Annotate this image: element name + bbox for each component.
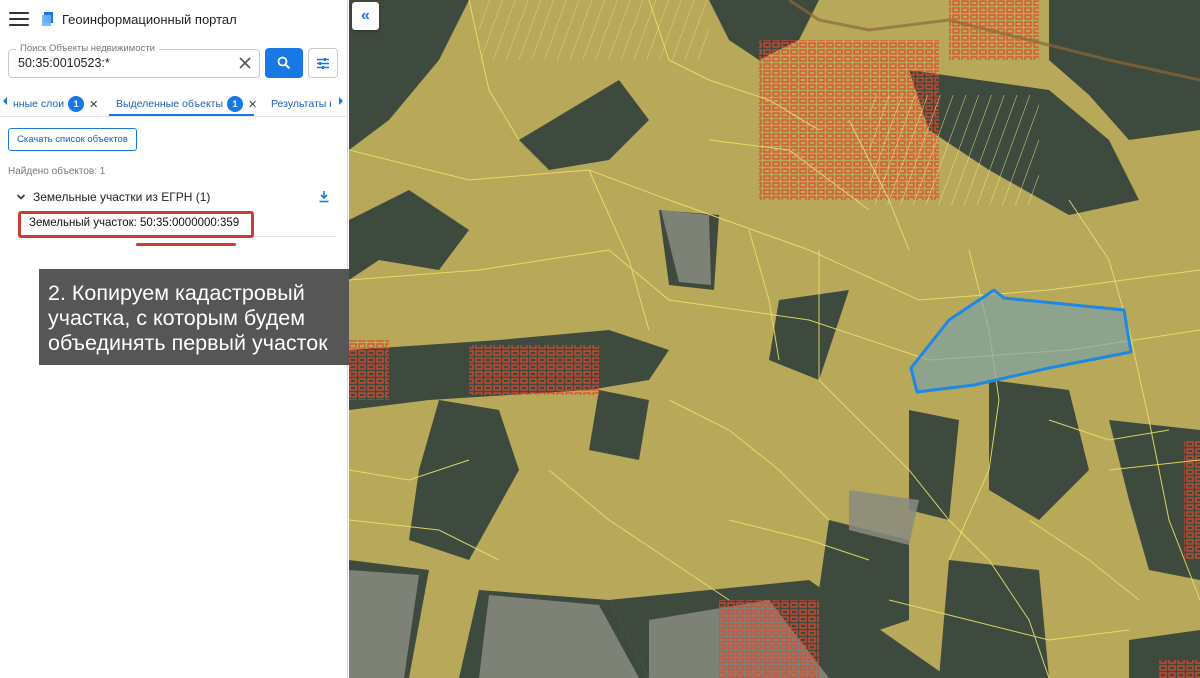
tab-bar: нные слои 1 ✕ Выделенные объекты 1 ✕ Рез…	[0, 89, 348, 117]
menu-icon[interactable]	[9, 12, 29, 26]
annotation-line-2: участка, с которым будем	[48, 306, 306, 330]
chevron-left-icon[interactable]	[3, 97, 7, 105]
search-field[interactable]: Поиск Объекты недвижимости	[8, 43, 260, 78]
annotation-line-1: 2. Копируем кадастровый	[48, 281, 305, 305]
app-title: Геоинформационный портал	[62, 11, 237, 27]
search-button[interactable]	[265, 48, 303, 78]
header: Геоинформационный портал	[0, 0, 348, 38]
tab-selected-objects-label: Выделенные объекты	[116, 98, 224, 110]
list-item[interactable]: Земельный участок: 50:35:0000000:359	[20, 212, 336, 237]
tab-results-label: Результаты п	[271, 98, 331, 110]
clear-icon[interactable]	[237, 55, 253, 71]
hatched-parcels	[869, 95, 1039, 205]
result-item-label: Земельный участок: 50:35:0000000:359	[29, 217, 240, 229]
download-icon[interactable]	[318, 190, 330, 203]
download-list-button[interactable]: Скачать список объектов	[8, 128, 137, 151]
map-canvas[interactable]	[349, 0, 1200, 678]
highlight-underline	[136, 243, 236, 246]
logo-icon	[42, 12, 53, 26]
filter-button[interactable]	[308, 48, 338, 78]
tab-selected-objects[interactable]: Выделенные объекты 1 ✕	[116, 93, 257, 115]
result-group-label: Земельные участки из ЕГРН (1)	[33, 190, 211, 204]
annotation-line-3: объединять первый участок	[48, 331, 328, 355]
annotation-callout: 2. Копируем кадастровый участка, с котор…	[39, 269, 349, 365]
hatched-parcels-north	[479, 0, 709, 60]
search-input[interactable]	[18, 56, 233, 70]
app-root: Геоинформационный портал Поиск Объекты н…	[0, 0, 1200, 678]
filter-icon	[317, 57, 329, 69]
chevron-down-icon[interactable]	[16, 192, 26, 202]
tab-selected-objects-badge: 1	[227, 96, 244, 112]
tab-layers[interactable]: нные слои 1 ✕	[13, 93, 98, 115]
search-label: Поиск Объекты недвижимости	[16, 43, 159, 54]
close-icon[interactable]: ✕	[248, 98, 257, 111]
double-chevron-left-icon[interactable]: «	[352, 2, 379, 30]
chevron-right-icon[interactable]	[339, 97, 343, 105]
map-view[interactable]	[349, 0, 1200, 678]
active-tab-indicator	[109, 114, 254, 116]
found-count: Найдено объектов: 1	[8, 166, 106, 177]
result-group[interactable]: Земельные участки из ЕГРН (1)	[16, 189, 336, 205]
tab-layers-label: нные слои	[13, 98, 65, 110]
tab-results[interactable]: Результаты п	[271, 93, 331, 115]
search-icon	[277, 56, 291, 70]
tab-layers-badge: 1	[68, 96, 85, 112]
close-icon[interactable]: ✕	[89, 98, 98, 111]
